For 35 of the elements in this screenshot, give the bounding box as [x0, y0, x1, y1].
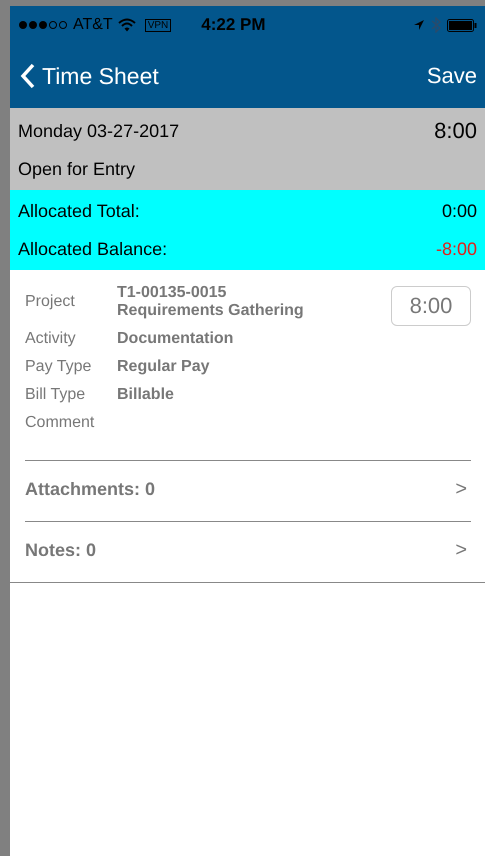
- field-value: Billable: [117, 386, 174, 404]
- wifi-icon: [118, 18, 136, 32]
- back-button[interactable]: Time Sheet: [20, 62, 159, 90]
- field-label: Activity: [25, 330, 77, 348]
- battery-icon: [447, 18, 477, 32]
- bluetooth-icon: [431, 17, 441, 33]
- link-row[interactable]: Notes: 0 >: [25, 521, 471, 582]
- field-value: Documentation: [117, 330, 234, 348]
- link-label: Attachments: 0: [25, 478, 156, 500]
- field-value: Requirements Gathering: [117, 302, 304, 320]
- hours-input[interactable]: 8:00: [391, 286, 471, 326]
- carrier-name: AT&T: [73, 16, 113, 34]
- day-status: Open for Entry: [18, 158, 136, 180]
- back-chevron-icon: [20, 63, 36, 89]
- chevron-icon: >: [455, 538, 471, 562]
- save-button[interactable]: Save: [426, 63, 477, 89]
- vpn-badge: VPN: [144, 18, 172, 32]
- link-label: Notes: 0: [25, 540, 96, 560]
- field-label: Bill Type: [25, 386, 86, 404]
- field-label: Comment: [25, 414, 96, 432]
- day-hours: 8:00: [434, 118, 477, 144]
- field-label: Project: [25, 293, 76, 311]
- allocation-value: -8:00: [436, 238, 477, 260]
- field-value: Regular Pay: [117, 358, 210, 376]
- field-value: T1-00135-0015: [117, 284, 228, 302]
- allocation-value: 0:00: [442, 200, 477, 222]
- chevron-icon: >: [455, 478, 471, 500]
- allocation-label: Allocated Balance:: [18, 238, 168, 260]
- link-row[interactable]: Attachments: 0 >: [25, 460, 471, 521]
- status-time: 4:22 PM: [201, 15, 266, 35]
- allocation-label: Allocated Total:: [18, 200, 140, 222]
- day-date: Monday 03-27-2017: [18, 120, 180, 142]
- location-arrow-icon: [413, 19, 425, 31]
- signal-icon: [18, 20, 68, 30]
- field-label: Pay Type: [25, 358, 92, 376]
